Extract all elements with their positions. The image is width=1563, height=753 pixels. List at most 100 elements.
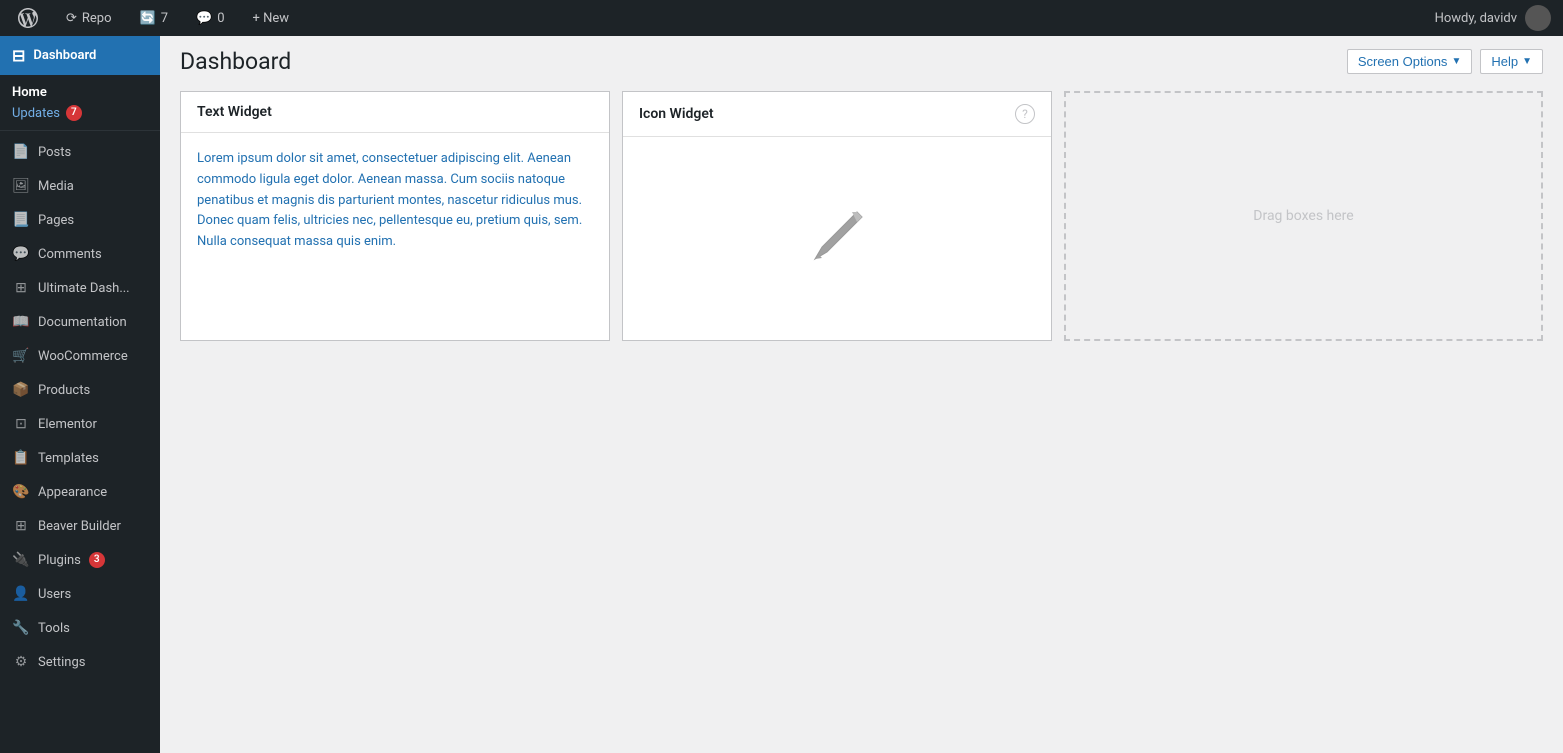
sidebar-item-plugins[interactable]: 🔌Plugins3: [0, 543, 160, 577]
beaver-builder-icon: ⊞: [12, 517, 30, 535]
sidebar-label-products: Products: [38, 383, 90, 398]
content-area: Dashboard Screen Options ▼ Help ▼ Text W…: [160, 36, 1563, 753]
sidebar-label-documentation: Documentation: [38, 315, 127, 330]
sidebar-home-link[interactable]: Home: [12, 83, 148, 102]
sidebar-label-templates: Templates: [38, 451, 99, 466]
help-icon-button[interactable]: ?: [1015, 104, 1035, 124]
sidebar-item-appearance[interactable]: 🎨Appearance: [0, 475, 160, 509]
plugins-badge: 3: [89, 552, 105, 568]
comments-icon: 💬: [12, 245, 30, 263]
pencil-icon: [807, 207, 867, 267]
sidebar-item-media[interactable]: 🖼 Media: [0, 169, 160, 203]
sidebar-label-settings: Settings: [38, 655, 85, 670]
widget-column-right: Drag boxes here: [1064, 91, 1543, 341]
sidebar-item-beaver-builder[interactable]: ⊞ Beaver Builder: [0, 509, 160, 543]
sidebar-item-documentation[interactable]: 📖 Documentation: [0, 305, 160, 339]
content-header: Dashboard Screen Options ▼ Help ▼: [160, 36, 1563, 83]
media-icon: 🖼: [12, 177, 30, 195]
sidebar-item-products[interactable]: 📦 Products: [0, 373, 160, 407]
templates-icon: 📋: [12, 449, 30, 467]
dashboard-icon: ⊟: [12, 46, 25, 65]
sidebar-item-users[interactable]: 👤 Users: [0, 577, 160, 611]
sidebar: ⊟ Dashboard Home Updates 7 📄 Posts 🖼 Media 📃…: [0, 36, 160, 753]
screen-options-button[interactable]: Screen Options ▼: [1347, 49, 1473, 74]
widget-column-left: Text Widget Lorem ipsum dolor sit amet, …: [180, 91, 610, 341]
sidebar-item-elementor[interactable]: ⊡ Elementor: [0, 407, 160, 441]
sidebar-updates-link[interactable]: Updates 7: [12, 102, 148, 124]
elementor-icon: ⊡: [12, 415, 30, 433]
sidebar-label-plugins: Plugins: [38, 553, 81, 568]
question-mark-icon: ?: [1022, 107, 1028, 121]
tools-icon: 🔧: [12, 619, 30, 637]
sidebar-label-elementor: Elementor: [38, 417, 97, 432]
settings-icon: ⚙: [12, 653, 30, 671]
chevron-down-icon: ▼: [1451, 56, 1461, 67]
sidebar-divider-1: [0, 130, 160, 131]
posts-icon: 📄: [12, 143, 30, 161]
header-buttons: Screen Options ▼ Help ▼: [1347, 49, 1543, 74]
help-label: Help: [1491, 54, 1518, 69]
sidebar-label-ultimate-dash: Ultimate Dash...: [38, 281, 130, 296]
text-widget-content: Lorem ipsum dolor sit amet, consectetuer…: [181, 133, 609, 269]
sidebar-item-pages[interactable]: 📃 Pages: [0, 203, 160, 237]
comments-count: 0: [217, 11, 224, 26]
text-widget: Text Widget Lorem ipsum dolor sit amet, …: [180, 91, 610, 341]
admin-bar: ⟳ Repo 🔄 7 💬 0 + New Howdy, davidv: [0, 0, 1563, 36]
help-button[interactable]: Help ▼: [1480, 49, 1543, 74]
text-widget-header: Text Widget: [181, 92, 609, 133]
howdy-label: Howdy, davidv: [1435, 11, 1517, 26]
icon-widget-header: Icon Widget ?: [623, 92, 1051, 137]
chevron-down-icon-help: ▼: [1522, 56, 1532, 67]
page-title: Dashboard: [180, 48, 291, 75]
sidebar-label-users: Users: [38, 587, 71, 602]
pages-icon: 📃: [12, 211, 30, 229]
new-label: + New: [253, 11, 290, 26]
widget-column-mid: Icon Widget ?: [622, 91, 1052, 341]
ultimate-dash-icon: ⊞: [12, 279, 30, 297]
sidebar-item-comments[interactable]: 💬 Comments: [0, 237, 160, 271]
text-widget-body: Lorem ipsum dolor sit amet, consectetuer…: [197, 149, 593, 253]
user-avatar-icon: [1525, 5, 1551, 31]
sidebar-items-list: 📄 Posts 🖼 Media 📃 Pages 💬 Comments ⊞ Ultimate Das…: [0, 135, 160, 679]
new-item[interactable]: + New: [247, 0, 296, 36]
repo-icon: ⟳: [66, 11, 77, 26]
woocommerce-icon: 🛒: [12, 347, 30, 365]
comments-item[interactable]: 💬 0: [190, 0, 231, 36]
dashboard-label: Dashboard: [33, 48, 96, 63]
sidebar-item-templates[interactable]: 📋 Templates: [0, 441, 160, 475]
sidebar-label-posts: Posts: [38, 145, 71, 160]
wp-logo-button[interactable]: [12, 0, 44, 36]
text-widget-title: Text Widget: [197, 104, 272, 120]
appearance-icon: 🎨: [12, 483, 30, 501]
drag-box[interactable]: Drag boxes here: [1064, 91, 1543, 341]
repo-label: Repo: [82, 11, 112, 26]
sidebar-dashboard-header[interactable]: ⊟ Dashboard: [0, 36, 160, 75]
sidebar-label-beaver-builder: Beaver Builder: [38, 519, 121, 534]
documentation-icon: 📖: [12, 313, 30, 331]
sidebar-item-woocommerce[interactable]: 🛒 WooCommerce: [0, 339, 160, 373]
icon-widget-content: [623, 137, 1051, 337]
users-icon: 👤: [12, 585, 30, 603]
updates-count: 7: [161, 11, 168, 26]
sidebar-item-posts[interactable]: 📄 Posts: [0, 135, 160, 169]
sidebar-label-pages: Pages: [38, 213, 74, 228]
icon-widget-title: Icon Widget: [639, 106, 714, 122]
sidebar-home-section: Home Updates 7: [0, 75, 160, 126]
sidebar-label-tools: Tools: [38, 621, 70, 636]
widgets-area: Text Widget Lorem ipsum dolor sit amet, …: [160, 83, 1563, 361]
sidebar-item-ultimate-dash[interactable]: ⊞ Ultimate Dash...: [0, 271, 160, 305]
drag-box-label: Drag boxes here: [1253, 208, 1353, 224]
sidebar-label-media: Media: [38, 179, 74, 194]
updates-item[interactable]: 🔄 7: [134, 0, 175, 36]
sidebar-label-woocommerce: WooCommerce: [38, 349, 128, 364]
repo-item[interactable]: ⟳ Repo: [60, 0, 118, 36]
updates-label: Updates: [12, 106, 60, 121]
updates-badge: 7: [66, 105, 82, 121]
sidebar-item-settings[interactable]: ⚙ Settings: [0, 645, 160, 679]
updates-icon: 🔄: [140, 11, 156, 26]
sidebar-label-comments: Comments: [38, 247, 102, 262]
sidebar-item-tools[interactable]: 🔧 Tools: [0, 611, 160, 645]
products-icon: 📦: [12, 381, 30, 399]
admin-bar-right: Howdy, davidv: [1435, 5, 1551, 31]
comments-icon: 💬: [196, 11, 212, 26]
